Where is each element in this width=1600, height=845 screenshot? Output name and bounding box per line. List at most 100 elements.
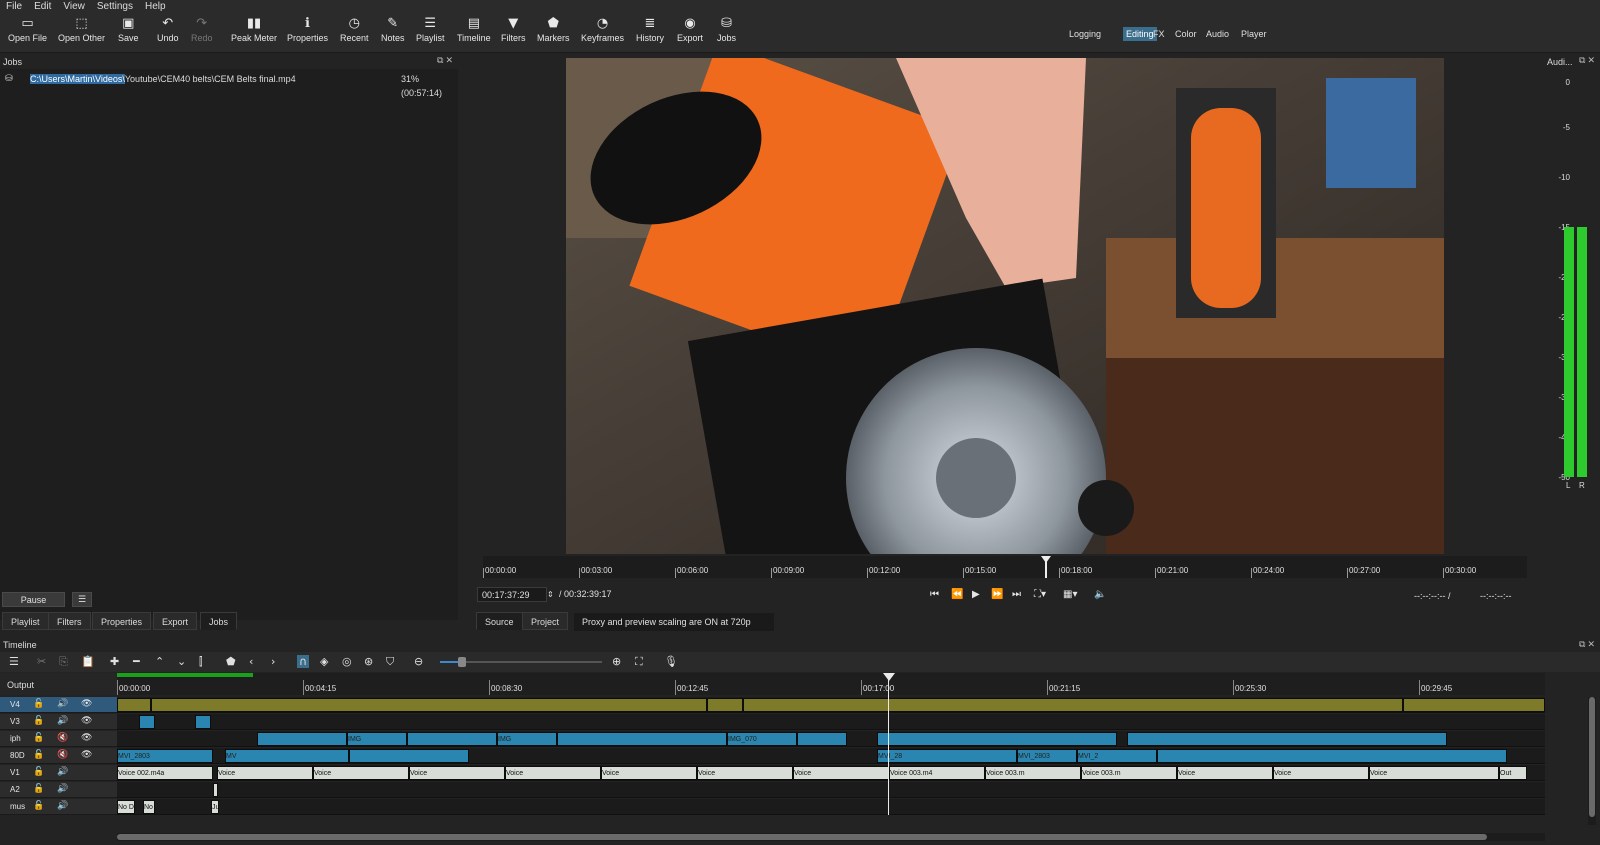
mute-icon[interactable]: 🔊 xyxy=(57,801,68,811)
muted-icon[interactable]: 🔇 xyxy=(57,750,68,760)
split-icon[interactable]: ⫿ xyxy=(199,655,203,669)
timeline-playhead[interactable] xyxy=(888,675,889,815)
redo-button[interactable]: ↷ Redo xyxy=(191,15,213,43)
timeline-clip[interactable] xyxy=(1403,698,1545,712)
zoom-in-icon[interactable]: ⊕ xyxy=(612,655,621,668)
recent-button[interactable]: ◷ Recent xyxy=(340,15,369,43)
timecode-spin-icon[interactable]: ⇕ xyxy=(547,587,554,602)
timeline-clip[interactable]: No D xyxy=(117,800,135,814)
mute-icon[interactable]: 🔊 xyxy=(57,716,68,726)
timeline-clip[interactable] xyxy=(877,732,1117,746)
track-lane-v4[interactable] xyxy=(117,697,1545,713)
pause-button[interactable]: Pause xyxy=(2,592,65,607)
menu-help[interactable]: Help xyxy=(139,0,172,13)
tab-filters[interactable]: Filters xyxy=(48,612,91,630)
paste-icon[interactable]: 📋 xyxy=(81,655,95,668)
timeline-clip[interactable]: MVI_2803 xyxy=(1017,749,1077,763)
eye-icon[interactable]: 👁 xyxy=(81,750,92,760)
lock-icon[interactable]: 🔓 xyxy=(33,767,44,777)
lock-icon[interactable]: 🔓 xyxy=(33,784,44,794)
timeline-clip[interactable] xyxy=(151,698,707,712)
properties-button[interactable]: ℹ Properties xyxy=(287,15,328,43)
timeline-clip[interactable]: Voice xyxy=(409,766,505,780)
record-audio-icon[interactable]: 🎙 xyxy=(664,655,678,668)
zoom-slider-handle[interactable] xyxy=(458,657,466,667)
tab-project[interactable]: Project xyxy=(522,612,569,630)
timeline-clip[interactable]: MVI_28 xyxy=(877,749,1017,763)
timeline-clip[interactable] xyxy=(1157,749,1507,763)
timeline-clip[interactable]: Voice xyxy=(505,766,601,780)
player-ruler[interactable]: 00:00:00 00:03:00 00:06:00 00:09:00 00:1… xyxy=(483,556,1527,578)
mute-icon[interactable]: 🔊 xyxy=(57,784,68,794)
marker-icon[interactable]: ⬟ xyxy=(226,655,236,668)
menu-settings[interactable]: Settings xyxy=(91,0,139,13)
snap-icon[interactable]: ∩ xyxy=(297,655,310,668)
save-button[interactable]: ▣ Save xyxy=(118,15,139,43)
track-header-a2[interactable]: A2 🔓 🔊 xyxy=(0,782,117,798)
volume-icon[interactable]: 🔈 xyxy=(1094,589,1106,600)
tab-jobs[interactable]: Jobs xyxy=(200,612,238,630)
lock-icon[interactable]: 🔓 xyxy=(33,750,44,760)
timeline-clip[interactable] xyxy=(707,698,743,712)
ripple-markers-icon[interactable]: ⛉ xyxy=(386,655,394,669)
tab-export[interactable]: Export xyxy=(153,612,198,630)
timeline-clip[interactable]: Voice xyxy=(697,766,793,780)
filters-button[interactable]: ▼ Filters xyxy=(501,15,526,43)
v-scroll-handle[interactable] xyxy=(1589,697,1595,817)
ripple-icon[interactable]: ◎ xyxy=(342,655,352,668)
tab-source[interactable]: Source xyxy=(476,612,523,630)
rewind-icon[interactable]: ⏪ xyxy=(951,589,963,600)
timeline-clip[interactable]: MVI_2803 xyxy=(117,749,213,763)
timeline-clip[interactable] xyxy=(213,783,218,797)
skip-end-icon[interactable]: ⏭ xyxy=(1012,589,1021,600)
timeline-clip[interactable]: Ju xyxy=(211,800,219,814)
open-file-button[interactable]: ▭ Open File xyxy=(8,15,47,43)
timeline-clip[interactable] xyxy=(117,698,151,712)
timeline-clip[interactable]: Voice xyxy=(1369,766,1499,780)
grid-icon[interactable]: ▦▾ xyxy=(1063,589,1077,600)
prev-marker-icon[interactable]: ‹ xyxy=(249,655,253,668)
track-header-80d[interactable]: 80D 🔓 🔇 👁 xyxy=(0,748,117,764)
mute-icon[interactable]: 🔊 xyxy=(57,699,68,709)
timeline-clip[interactable]: IMG_070 xyxy=(727,732,797,746)
undo-button[interactable]: ↶ Undo xyxy=(157,15,179,43)
timeline-clip[interactable]: IMG xyxy=(347,732,407,746)
timeline-clip[interactable] xyxy=(349,749,469,763)
zoom-icon[interactable]: ⛶▾ xyxy=(1034,589,1046,600)
timeline-clip[interactable]: Voice xyxy=(1177,766,1273,780)
timeline-vertical-scrollbar[interactable] xyxy=(1588,697,1596,825)
track-lane-mus[interactable]: No D No Ju xyxy=(117,799,1545,815)
audio-dock-controls-icon[interactable]: ⧉✕ xyxy=(1579,56,1597,66)
notes-button[interactable]: ✎ Notes xyxy=(381,15,405,43)
zoom-slider[interactable] xyxy=(440,657,602,667)
copy-icon[interactable]: ⎘ xyxy=(59,655,68,669)
layout-player[interactable]: Player xyxy=(1238,27,1270,41)
next-marker-icon[interactable]: › xyxy=(271,655,275,668)
timeline-clip[interactable]: Voice xyxy=(601,766,697,780)
eye-icon[interactable]: 👁 xyxy=(81,716,92,726)
timeline-dock-controls-icon[interactable]: ⧉✕ xyxy=(1579,640,1597,650)
tab-properties[interactable]: Properties xyxy=(92,612,152,630)
timeline-menu-icon[interactable]: ☰ xyxy=(9,655,19,668)
jobs-menu-icon[interactable]: ☰ xyxy=(72,592,92,607)
track-lane-80d[interactable]: MVI_2803 MV MVI_28 MVI_2803 MVI_2 xyxy=(117,748,1545,764)
timeline-clip[interactable]: Voice xyxy=(793,766,889,780)
cut-icon[interactable]: ✂ xyxy=(37,655,46,668)
eye-icon[interactable]: 👁 xyxy=(81,733,92,743)
menu-edit[interactable]: Edit xyxy=(28,0,57,13)
track-lane-iph[interactable]: IMG IMG IMG_070 xyxy=(117,731,1545,747)
lock-icon[interactable]: 🔓 xyxy=(33,733,44,743)
tab-playlist[interactable]: Playlist xyxy=(2,612,49,630)
track-lane-v1[interactable]: Voice 002.m4a Voice Voice Voice Voice Vo… xyxy=(117,765,1545,781)
scrub-icon[interactable]: ◈ xyxy=(320,655,328,668)
lock-icon[interactable]: 🔓 xyxy=(33,716,44,726)
track-lane-v3[interactable] xyxy=(117,714,1545,730)
append-icon[interactable]: ✚ xyxy=(110,655,119,668)
dock-controls-icon[interactable]: ⧉✕ xyxy=(437,56,455,66)
mute-icon[interactable]: 🔊 xyxy=(57,767,68,777)
h-scroll-handle[interactable] xyxy=(117,834,1487,840)
menu-view[interactable]: View xyxy=(57,0,91,13)
timeline-horizontal-scrollbar[interactable] xyxy=(117,833,1545,841)
track-header-v1[interactable]: V1 🔓 🔊 xyxy=(0,765,117,781)
track-header-v3[interactable]: V3 🔓 🔊 👁 xyxy=(0,714,117,730)
